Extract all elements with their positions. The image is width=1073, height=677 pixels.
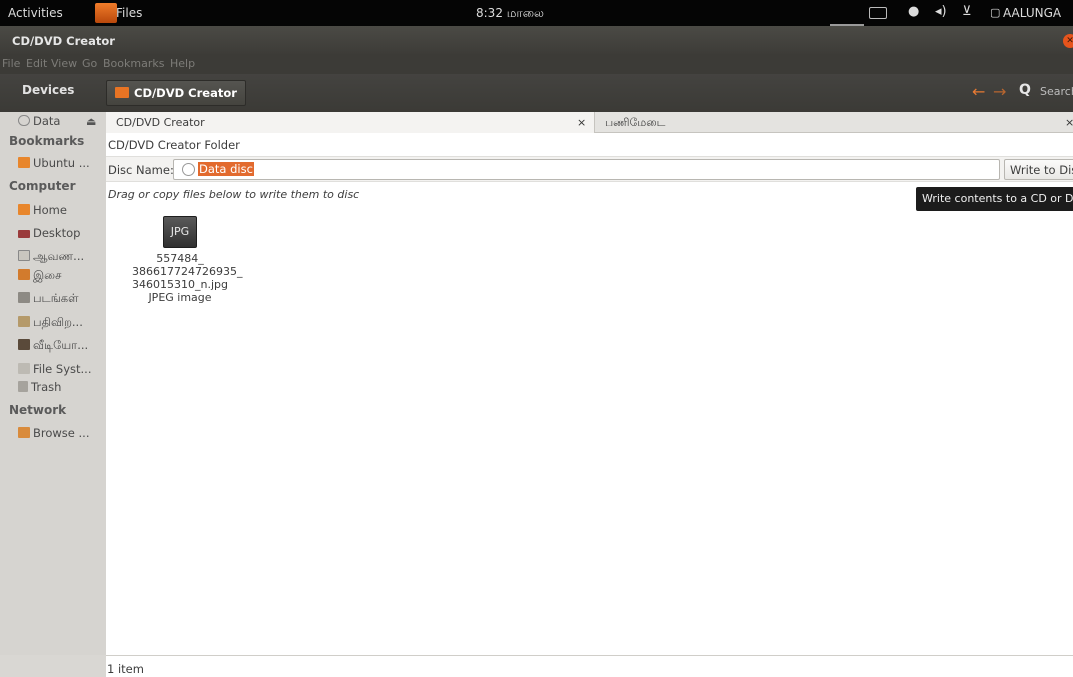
sidebar-item-label: File Syst... — [33, 362, 92, 376]
top-panel: Activities Files 8:32 மாலை ● ◂) ⊻ ▢ AALU… — [0, 0, 1073, 26]
drag-hint-text: Drag or copy files below to write them t… — [108, 188, 360, 201]
disc-name-bar: Disc Name: Data disc Write to Disc — [106, 156, 1073, 182]
sidebar-item-videos[interactable]: வீடியோ... — [18, 338, 104, 356]
file-type: JPEG image — [148, 291, 212, 304]
home-folder-icon — [18, 204, 30, 215]
user-menu[interactable]: AALUNGA — [1003, 6, 1073, 20]
menu-help[interactable]: Help — [170, 57, 195, 70]
menu-view[interactable]: View — [51, 57, 77, 70]
tab-label: பணிமேடை — [605, 116, 666, 129]
file-name: 557484_ 386617724726935_ 346015310_n.jpg — [132, 252, 243, 291]
sidebar-item-label: Data — [33, 114, 61, 128]
file-name-line: 557484_ — [156, 252, 204, 265]
forward-arrow-icon[interactable]: → — [993, 82, 1006, 101]
sidebar-item-music[interactable]: இசை — [18, 268, 104, 286]
documents-icon — [18, 250, 30, 261]
sidebar-item-label: இசை — [33, 268, 62, 282]
filesystem-icon — [18, 363, 30, 374]
trash-icon — [18, 381, 28, 392]
write-to-disc-button[interactable]: Write to Disc — [1004, 159, 1073, 180]
sidebar-item-filesystem[interactable]: File Syst... — [18, 362, 104, 380]
folder-type-label: CD/DVD Creator Folder — [108, 138, 240, 152]
disc-name-input[interactable]: Data disc — [173, 159, 1000, 180]
music-icon — [18, 269, 30, 280]
sidebar: Data ⏏ Bookmarks Ubuntu ... Computer Hom… — [0, 112, 106, 677]
disc-name-value: Data disc — [198, 162, 254, 176]
network-folder-icon — [18, 427, 30, 438]
videos-icon — [18, 339, 30, 350]
search-button-label[interactable]: Search — [1040, 85, 1073, 98]
status-bar: 1 item — [106, 655, 1073, 677]
file-name-line: 346015310_n.jpg — [132, 278, 228, 291]
sidebar-item-ubuntu[interactable]: Ubuntu ... — [18, 156, 104, 174]
jpg-file-icon: JPG — [163, 216, 197, 248]
folder-icon — [18, 157, 30, 168]
sidebar-heading-devices: Devices — [22, 83, 75, 97]
bluetooth-icon[interactable]: ● — [908, 4, 919, 19]
search-icon[interactable]: Q — [1019, 82, 1031, 98]
close-tab-icon[interactable]: × — [1065, 116, 1073, 129]
window-title-bar[interactable]: CD/DVD Creator ✕ — [0, 26, 1073, 54]
sidebar-item-label: வீடியோ... — [33, 338, 89, 352]
sidebar-item-label: ஆவண... — [33, 249, 85, 263]
sidebar-item-label: Ubuntu ... — [33, 156, 90, 170]
disc-name-label: Disc Name: — [108, 163, 174, 177]
tab-label: CD/DVD Creator — [116, 116, 205, 129]
file-name-line: 386617724726935_ — [132, 265, 243, 278]
files-app-icon[interactable] — [95, 3, 117, 23]
sidebar-item-label: படங்கள் — [33, 291, 79, 305]
volume-icon[interactable]: ◂) — [935, 4, 947, 19]
sidebar-item-home[interactable]: Home — [18, 203, 104, 221]
sidebar-item-trash[interactable]: Trash — [18, 380, 104, 398]
eject-icon[interactable]: ⏏ — [86, 115, 96, 128]
menu-bar: File Edit View Go Bookmarks Help — [0, 54, 1073, 74]
tab-cd-dvd-creator[interactable]: CD/DVD Creator × — [106, 112, 595, 133]
sidebar-item-label: Browse ... — [33, 426, 90, 440]
window-title: CD/DVD Creator — [12, 34, 115, 48]
network-icon[interactable]: ⊻ — [962, 4, 972, 19]
drive-icon — [18, 115, 30, 126]
user-icon: ▢ — [990, 6, 1001, 19]
menu-file[interactable]: File — [2, 57, 20, 70]
downloads-icon — [18, 316, 30, 327]
path-bar-label: CD/DVD Creator — [134, 86, 237, 100]
sidebar-heading-computer: Computer — [9, 179, 76, 193]
sidebar-item-label: Desktop — [33, 226, 81, 240]
path-bar-button[interactable]: CD/DVD Creator — [106, 80, 246, 106]
item-count: 1 item — [107, 662, 144, 676]
menu-go[interactable]: Go — [82, 57, 97, 70]
main-pane: CD/DVD Creator × பணிமேடை × CD/DVD Creato… — [106, 112, 1073, 677]
menu-edit[interactable]: Edit — [26, 57, 47, 70]
desktop-icon — [18, 230, 30, 238]
write-button-tooltip: Write contents to a CD or DVD — [916, 187, 1073, 211]
sidebar-item-label: பதிவிற... — [33, 315, 83, 329]
clock[interactable]: 8:32 மாலை — [476, 6, 544, 22]
sidebar-item-documents[interactable]: ஆவண... — [18, 249, 104, 267]
pictures-icon — [18, 292, 30, 303]
keyboard-icon[interactable] — [869, 7, 887, 19]
app-menu-label[interactable]: Files — [116, 6, 142, 20]
close-tab-icon[interactable]: × — [577, 116, 586, 129]
toolbar: Devices CD/DVD Creator ← → Q Search — [0, 74, 1073, 112]
tab-bar: CD/DVD Creator × பணிமேடை × — [106, 112, 1073, 133]
sidebar-heading-bookmarks: Bookmarks — [9, 134, 85, 148]
sidebar-item-label: Trash — [31, 380, 62, 394]
sidebar-footer — [0, 655, 106, 677]
close-window-icon[interactable]: ✕ — [1063, 34, 1073, 48]
activities-button[interactable]: Activities — [8, 6, 63, 20]
sidebar-item-desktop[interactable]: Desktop — [18, 226, 104, 244]
folder-icon — [115, 87, 129, 98]
sidebar-item-downloads[interactable]: பதிவிற... — [18, 315, 104, 333]
sidebar-item-pictures[interactable]: படங்கள் — [18, 291, 104, 309]
back-arrow-icon[interactable]: ← — [972, 82, 985, 101]
file-item[interactable]: JPG 557484_ 386617724726935_ 346015310_n… — [132, 216, 243, 305]
menu-bookmarks[interactable]: Bookmarks — [103, 57, 164, 70]
tab-desktop[interactable]: பணிமேடை × — [595, 112, 1073, 133]
sidebar-item-label: Home — [33, 203, 67, 217]
disc-icon — [182, 163, 195, 176]
sidebar-heading-network: Network — [9, 403, 67, 417]
sidebar-item-browse-network[interactable]: Browse ... — [18, 426, 104, 444]
